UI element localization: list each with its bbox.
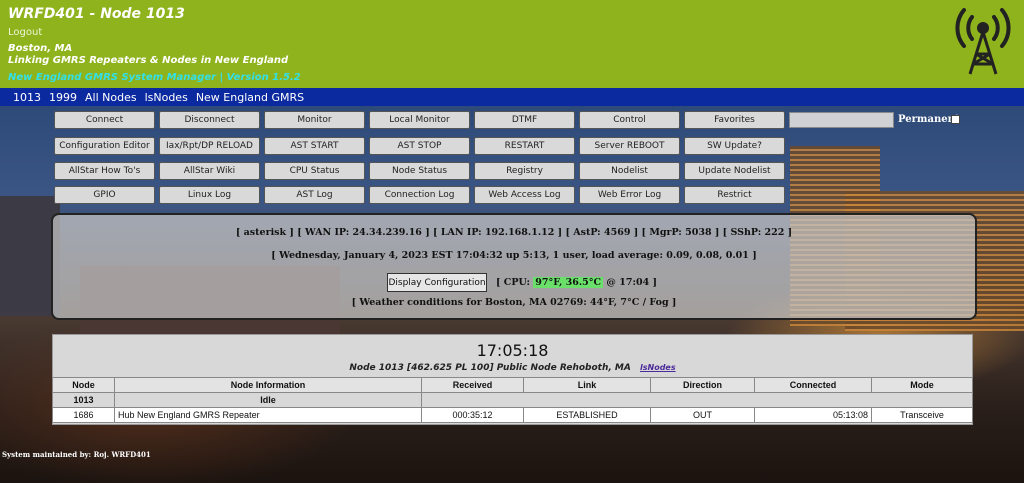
gpio-button[interactable]: GPIO — [54, 186, 155, 204]
radio-tower-icon — [955, 8, 1011, 75]
cell-connected: 05:13:08 — [754, 407, 872, 423]
linux-log-button[interactable]: Linux Log — [159, 186, 260, 204]
monitor-button[interactable]: Monitor — [264, 111, 365, 129]
ast-stop-button[interactable]: AST STOP — [369, 137, 470, 155]
weather-info: [ Weather conditions for Boston, MA 0276… — [351, 297, 677, 308]
nav-link-new-england-gmrs[interactable]: New England GMRS — [196, 91, 304, 104]
col-node-information: Node Information — [114, 377, 422, 393]
system-info-panel: [ asterisk ] [ WAN IP: 24.34.239.16 ] [ … — [51, 213, 977, 320]
server-reboot-button[interactable]: Server REBOOT — [579, 137, 680, 155]
node-subtitle-text: Node 1013 [462.625 PL 100] Public Node R… — [349, 363, 631, 373]
cpu-prefix: [ CPU: — [496, 277, 530, 288]
web-access-log-button[interactable]: Web Access Log — [474, 186, 575, 204]
ast-start-button[interactable]: AST START — [264, 137, 365, 155]
cpu-status-button[interactable]: CPU Status — [264, 162, 365, 180]
local-monitor-button[interactable]: Local Monitor — [369, 111, 470, 129]
col-node: Node — [52, 377, 115, 393]
cell-node-info: Hub New England GMRS Repeater — [114, 407, 422, 423]
nodelist-button[interactable]: Nodelist — [579, 162, 680, 180]
node-status-button[interactable]: Node Status — [369, 162, 470, 180]
lsnodes-link[interactable]: lsNodes — [640, 363, 676, 372]
cell-status: Idle — [114, 392, 422, 408]
maintained-by-text: System maintained by: Roj. WRFD401 — [2, 450, 151, 459]
disconnect-button[interactable]: Disconnect — [159, 111, 260, 129]
cell-empty — [421, 392, 973, 408]
version-text: New England GMRS System Manager | Versio… — [8, 72, 301, 83]
favorites-button[interactable]: Favorites — [684, 111, 785, 129]
table-row: 1013 Idle — [52, 392, 973, 408]
iax-rpt-dp-reload-button[interactable]: Iax/Rpt/DP RELOAD — [159, 137, 260, 155]
cell-mode: Transceive — [871, 407, 973, 423]
configuration-editor-button[interactable]: Configuration Editor — [54, 137, 155, 155]
dtmf-button[interactable]: DTMF — [474, 111, 575, 129]
connection-log-button[interactable]: Connection Log — [369, 186, 470, 204]
web-error-log-button[interactable]: Web Error Log — [579, 186, 680, 204]
table-row[interactable]: 1686 Hub New England GMRS Repeater 000:3… — [52, 407, 973, 423]
tagline-text: Linking GMRS Repeaters & Nodes in New En… — [8, 55, 289, 66]
update-nodelist-button[interactable]: Update Nodelist — [684, 162, 785, 180]
allstar-howto-button[interactable]: AllStar How To's — [54, 162, 155, 180]
nav-link-lsnodes[interactable]: lsNodes — [145, 91, 188, 104]
display-configuration-button[interactable]: Display Configuration — [387, 273, 487, 292]
cpu-info: [ CPU: 97°F, 36.5°C @ 17:04 ] — [496, 277, 657, 288]
nav-link-1013[interactable]: 1013 — [13, 91, 41, 104]
location-text: Boston, MA — [8, 43, 73, 54]
cell-node: 1686 — [52, 407, 115, 423]
restrict-button[interactable]: Restrict — [684, 186, 785, 204]
site-title: WRFD401 - Node 1013 — [8, 6, 185, 22]
nav-link-all-nodes[interactable]: All Nodes — [85, 91, 137, 104]
site-header: WRFD401 - Node 1013 Logout Boston, MA Li… — [0, 0, 1024, 88]
col-mode: Mode — [871, 377, 973, 393]
location-block: Boston, MA Linking GMRS Repeaters & Node… — [8, 43, 288, 67]
connect-button[interactable]: Connect — [54, 111, 155, 129]
permanent-checkbox[interactable] — [951, 115, 960, 124]
node-subtitle: Node 1013 [462.625 PL 100] Public Node R… — [52, 363, 973, 373]
allstar-wiki-button[interactable]: AllStar Wiki — [159, 162, 260, 180]
cell-link: ESTABLISHED — [523, 407, 651, 423]
ast-log-button[interactable]: AST Log — [264, 186, 365, 204]
node-table: Node Node Information Received Link Dire… — [52, 377, 973, 423]
cell-received: 000:35:12 — [421, 407, 524, 423]
node-nav-bar: 1013 1999 All Nodes lsNodes New England … — [0, 88, 1024, 106]
col-link: Link — [523, 377, 651, 393]
logout-link[interactable]: Logout — [8, 27, 42, 38]
table-header-row: Node Node Information Received Link Dire… — [52, 377, 973, 393]
uptime-info: [ Wednesday, January 4, 2023 EST 17:04:3… — [271, 250, 757, 261]
col-received: Received — [421, 377, 524, 393]
registry-button[interactable]: Registry — [474, 162, 575, 180]
cpu-suffix: @ 17:04 ] — [606, 277, 657, 288]
col-direction: Direction — [650, 377, 755, 393]
control-button[interactable]: Control — [579, 111, 680, 129]
restart-button[interactable]: RESTART — [474, 137, 575, 155]
clock: 17:05:18 — [476, 341, 549, 360]
sw-update-button[interactable]: SW Update? — [684, 137, 785, 155]
nav-link-1999[interactable]: 1999 — [49, 91, 77, 104]
cell-direction: OUT — [650, 407, 755, 423]
network-info: [ asterisk ] [ WAN IP: 24.34.239.16 ] [ … — [235, 227, 793, 238]
col-connected: Connected — [754, 377, 872, 393]
cpu-temp-badge: 97°F, 36.5°C — [533, 277, 604, 288]
cell-node: 1013 — [52, 392, 115, 408]
node-number-input[interactable] — [789, 112, 894, 128]
